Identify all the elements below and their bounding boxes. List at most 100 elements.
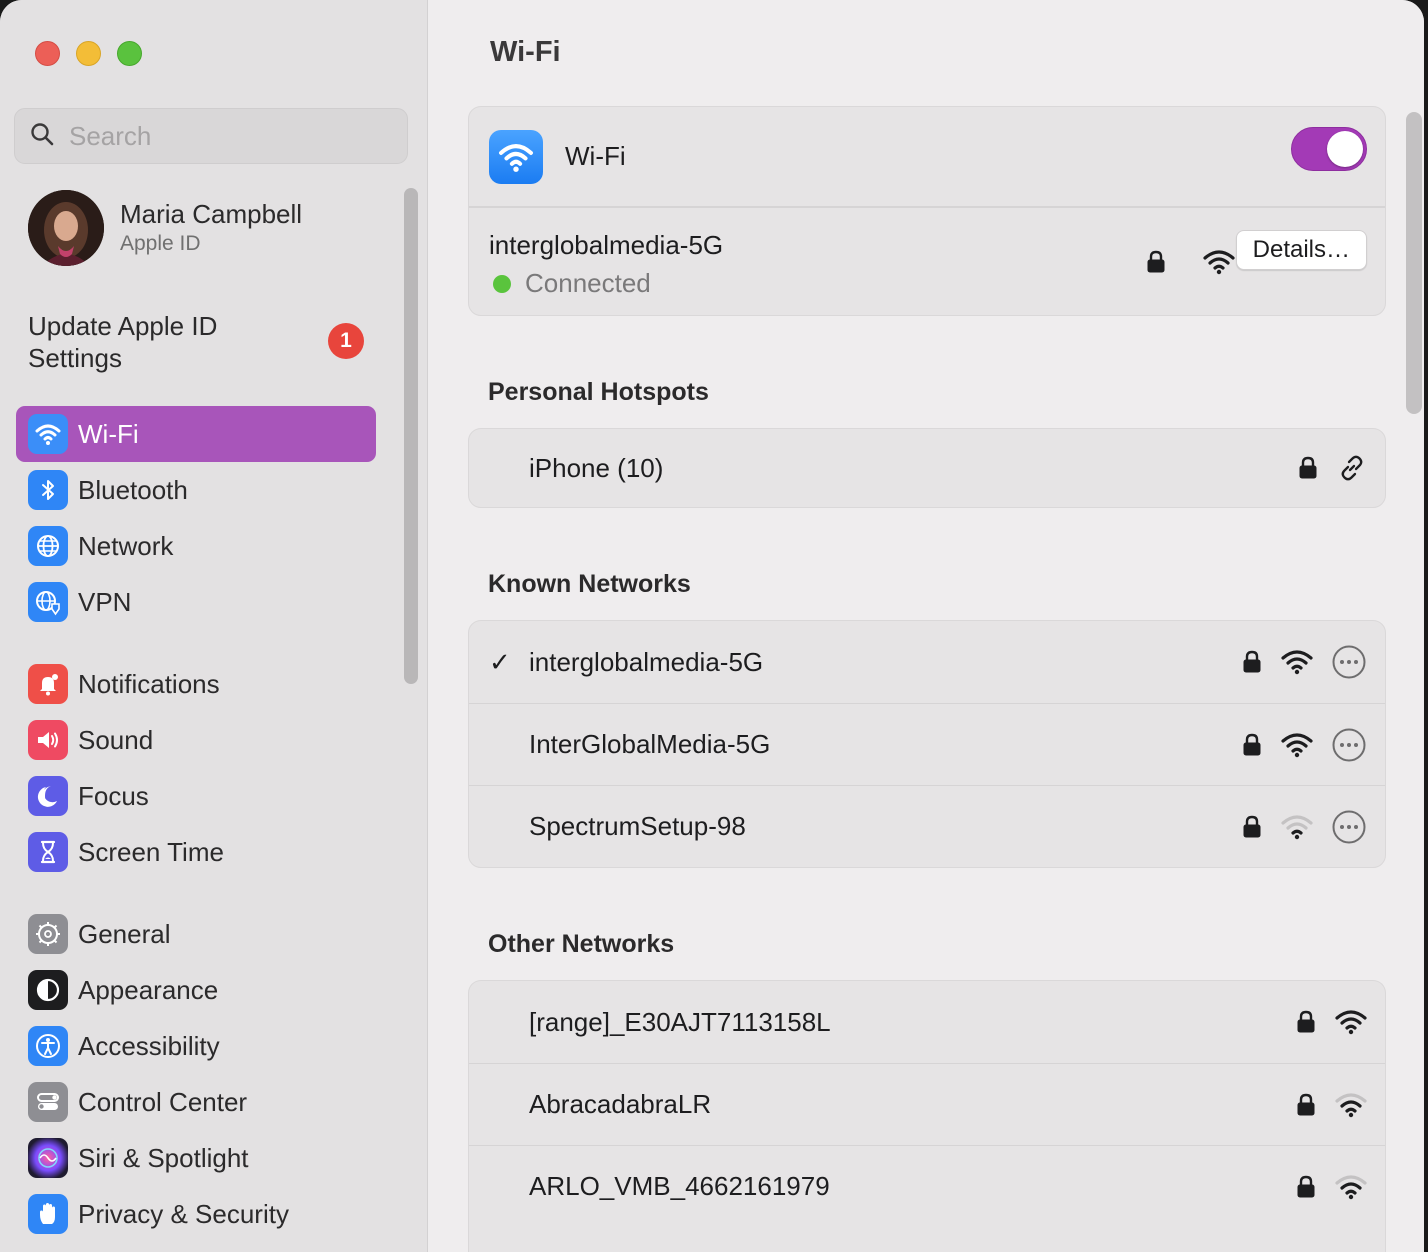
avatar — [28, 190, 104, 266]
profile-name: Maria Campbell — [120, 199, 303, 229]
main-pane: Wi-Fi Wi-Fi interglobalmedia-5G Connecte… — [428, 0, 1424, 1252]
toggles-icon — [28, 1082, 68, 1122]
accessibility-icon — [28, 1026, 68, 1066]
sidebar-item-focus[interactable]: Focus — [16, 768, 376, 824]
list-item[interactable]: SpectrumSetup-98 — [469, 785, 1385, 867]
wifi-signal-medium-icon — [1335, 1174, 1367, 1200]
list-item[interactable]: AbracadabraLR — [469, 1063, 1385, 1145]
sidebar-item-general[interactable]: General — [16, 906, 376, 962]
sidebar-item-privacy-security[interactable]: Privacy & Security — [16, 1186, 376, 1242]
personal-hotspots-list: iPhone (10) — [468, 428, 1386, 508]
sidebar-item-screen-time[interactable]: Screen Time — [16, 824, 376, 880]
vpn-icon — [28, 582, 68, 622]
sidebar-item-label: Notifications — [78, 668, 220, 699]
network-name: iPhone (10) — [529, 452, 664, 483]
bell-icon — [28, 664, 68, 704]
zoom-window-button[interactable] — [117, 41, 142, 66]
sidebar-item-label: Focus — [78, 780, 149, 811]
lock-icon — [1241, 814, 1263, 840]
siri-icon — [28, 1138, 68, 1178]
sidebar-group-notifications: Notifications Sound Focus Screen Time — [16, 656, 376, 880]
sidebar-item-label: Siri & Spotlight — [78, 1142, 249, 1173]
other-networks-heading: Other Networks — [488, 930, 675, 958]
lock-icon — [1295, 1092, 1317, 1118]
list-item[interactable]: iPhone (10) — [469, 429, 1385, 507]
moon-icon — [28, 776, 68, 816]
bluetooth-icon — [28, 470, 68, 510]
hand-icon — [28, 1194, 68, 1234]
lock-icon — [1145, 249, 1167, 275]
sidebar-item-label: Appearance — [78, 974, 219, 1005]
lock-icon — [1295, 1009, 1317, 1035]
more-options-icon[interactable] — [1331, 727, 1367, 763]
appearance-icon — [28, 970, 68, 1010]
sidebar-item-accessibility[interactable]: Accessibility — [16, 1018, 376, 1074]
update-apple-id-settings[interactable]: Update Apple ID Settings 1 — [28, 310, 368, 374]
lock-icon — [1295, 1174, 1317, 1200]
sidebar-item-label: VPN — [78, 586, 132, 617]
search-icon — [29, 121, 55, 152]
page-title: Wi-Fi — [490, 36, 561, 68]
list-item[interactable]: InterGlobalMedia-5G — [469, 703, 1385, 785]
network-name: interglobalmedia-5G — [529, 646, 764, 677]
network-name: [range]_E30AJT7113158L — [529, 1006, 831, 1037]
more-options-icon[interactable] — [1331, 809, 1367, 845]
profile-subtitle: Apple ID — [120, 232, 201, 255]
network-name: ARLO_VMB_4662161979 — [529, 1171, 830, 1201]
wifi-signal-medium-icon — [1335, 1092, 1367, 1118]
wifi-toggle-switch[interactable] — [1291, 127, 1367, 171]
more-options-icon[interactable] — [1331, 644, 1367, 680]
sidebar-item-label: General — [78, 918, 171, 949]
globe-icon — [28, 526, 68, 566]
notification-badge: 1 — [328, 323, 364, 359]
list-item[interactable]: [range]_E30AJT7113158L — [469, 981, 1385, 1063]
wifi-toggle-row: Wi-Fi — [469, 107, 1385, 207]
search-field[interactable] — [14, 108, 408, 164]
sidebar-item-label: Accessibility — [78, 1030, 220, 1061]
sidebar-item-label: Bluetooth — [78, 474, 188, 505]
sidebar-item-label: Screen Time — [78, 836, 224, 867]
sidebar-item-vpn[interactable]: VPN — [16, 574, 376, 630]
wifi-signal-strong-icon — [1203, 249, 1235, 275]
wifi-status-card: Wi-Fi interglobalmedia-5G Connected Deta… — [468, 106, 1386, 316]
lock-icon — [1241, 732, 1263, 758]
lock-icon — [1241, 649, 1263, 675]
known-networks-heading: Known Networks — [488, 570, 691, 598]
details-button[interactable]: Details… — [1235, 230, 1367, 270]
sidebar-item-control-center[interactable]: Control Center — [16, 1074, 376, 1130]
lock-icon — [1297, 455, 1319, 481]
sidebar-item-notifications[interactable]: Notifications — [16, 656, 376, 712]
wifi-signal-weak-icon — [1281, 814, 1313, 840]
apple-id-profile[interactable]: Maria Campbell Apple ID — [28, 190, 302, 266]
sidebar-group-system: General Appearance Accessibility Control… — [16, 906, 376, 1242]
sidebar-item-label: Wi-Fi — [78, 418, 139, 449]
speaker-icon — [28, 720, 68, 760]
sidebar-item-network[interactable]: Network — [16, 518, 376, 574]
sidebar-item-sound[interactable]: Sound — [16, 712, 376, 768]
sidebar-item-siri-spotlight[interactable]: Siri & Spotlight — [16, 1130, 376, 1186]
wifi-signal-strong-icon — [1335, 1009, 1367, 1035]
network-name: SpectrumSetup-98 — [529, 811, 746, 841]
search-input[interactable] — [69, 120, 369, 152]
sidebar-scrollbar[interactable] — [404, 188, 418, 684]
list-item[interactable]: ARLO_VMB_4662161979 — [469, 1145, 1385, 1227]
current-network-row: interglobalmedia-5G Connected Details… — [469, 207, 1385, 315]
connection-status: Connected — [493, 268, 651, 299]
sidebar-item-appearance[interactable]: Appearance — [16, 962, 376, 1018]
minimize-window-button[interactable] — [76, 41, 101, 66]
sidebar-item-bluetooth[interactable]: Bluetooth — [16, 462, 376, 518]
sidebar-group-connectivity: Wi-Fi Bluetooth Network VPN — [16, 406, 376, 630]
current-network-name: interglobalmedia-5G — [489, 230, 724, 260]
window-controls — [35, 41, 142, 66]
list-item[interactable]: ✓ interglobalmedia-5G — [469, 621, 1385, 703]
wifi-icon — [489, 129, 543, 184]
wifi-signal-strong-icon — [1281, 649, 1313, 675]
link-icon — [1337, 453, 1367, 483]
main-scrollbar[interactable] — [1406, 112, 1422, 414]
wifi-signal-strong-icon — [1281, 732, 1313, 758]
wifi-toggle-label: Wi-Fi — [565, 141, 626, 171]
wifi-icon — [28, 414, 68, 454]
sidebar-item-wifi[interactable]: Wi-Fi — [16, 406, 376, 462]
close-window-button[interactable] — [35, 41, 60, 66]
checkmark-icon: ✓ — [489, 647, 511, 677]
